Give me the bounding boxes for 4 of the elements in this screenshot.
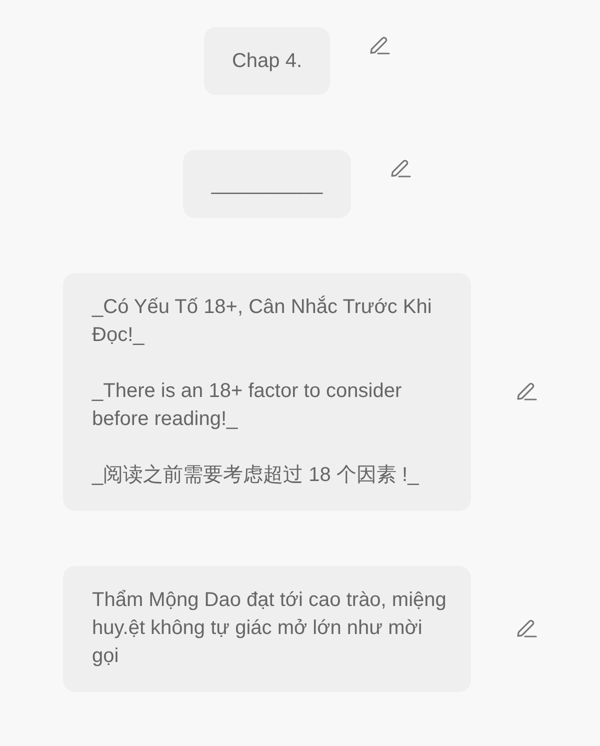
note-bubble: _Có Yếu Tố 18+, Cân Nhắc Trước Khi Đọc!_ _There is an 18+ factor to consider before reading!_ _阅读之前需要考虑超过 18 个因素 !_ [63,273,471,511]
note-bubble: Thẩm Mộng Dao đạt tới cao trào, miệng huy.ệt không tự giác mở lớn như mời gọi [63,566,471,692]
note-bubble: Chap 4. [204,27,330,95]
note-bubble: __________ [183,150,351,218]
